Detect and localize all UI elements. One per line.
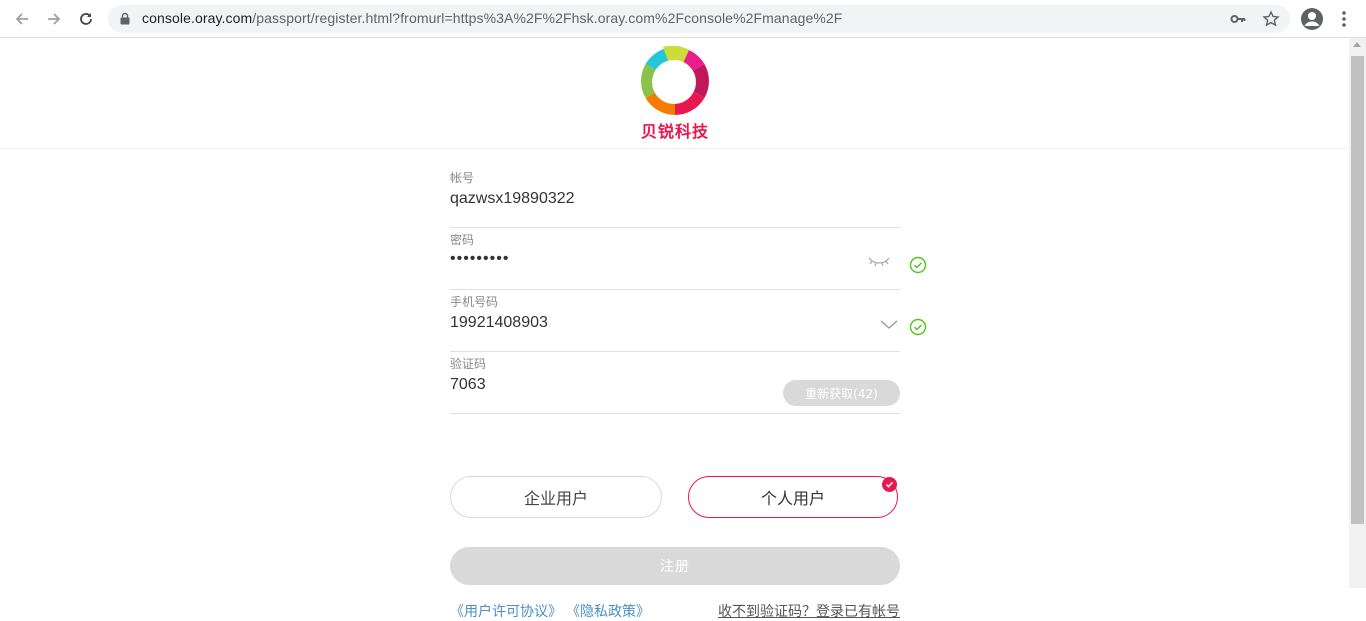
key-icon[interactable] (1230, 11, 1246, 27)
check-circle-icon (909, 256, 927, 274)
no-code-login-link[interactable]: 收不到验证码？登录已有帐号 (718, 601, 900, 621)
resend-code-button[interactable]: 重新获取(42) (783, 380, 900, 406)
account-field[interactable]: 帐号 qazwsx19890322 (450, 166, 900, 228)
enterprise-user-label: 企业用户 (523, 489, 588, 508)
page: 贝锐科技 帐号 qazwsx19890322 密码 ••••••••• 手机号码… (0, 38, 1349, 620)
phone-input[interactable]: 19921408903 (450, 314, 548, 332)
reload-icon (80, 13, 92, 25)
star-icon[interactable] (1262, 10, 1280, 28)
page-scrollbar[interactable] (1349, 38, 1366, 588)
scrollbar-thumb[interactable] (1351, 56, 1364, 524)
url-text: console.oray.com/passport/register.html?… (142, 10, 842, 26)
selected-check-icon (882, 477, 897, 492)
chevron-down-icon[interactable] (880, 320, 898, 330)
phone-label: 手机号码 (450, 295, 499, 309)
brand-name: 贝锐科技 (640, 122, 709, 141)
scroll-up-arrow-icon[interactable] (1353, 42, 1361, 47)
account-input[interactable]: qazwsx19890322 (450, 190, 575, 208)
password-input[interactable]: ••••••••• (450, 250, 509, 268)
profile-avatar-icon[interactable] (1300, 7, 1324, 31)
privacy-policy-link[interactable]: 《隐私政策》 (566, 601, 650, 621)
enterprise-user-button[interactable]: 企业用户 (450, 476, 662, 518)
more-menu-icon[interactable] (1336, 9, 1352, 29)
code-label: 验证码 (450, 357, 487, 371)
page-header: 贝锐科技 (0, 38, 1349, 149)
phone-field[interactable]: 手机号码 19921408903 (450, 290, 927, 352)
password-label: 密码 (450, 233, 475, 247)
arrow-right-icon (48, 13, 61, 25)
code-input[interactable]: 7063 (450, 376, 486, 394)
address-bar[interactable]: console.oray.com/passport/register.html?… (108, 5, 1290, 33)
url-path: /passport/register.html?fromurl=https%3A… (252, 10, 843, 26)
personal-user-label: 个人用户 (760, 489, 825, 508)
browser-toolbar: console.oray.com/passport/register.html?… (0, 0, 1366, 38)
brand-logo-icon (641, 46, 709, 115)
code-field[interactable]: 验证码 7063 重新获取(42) (450, 352, 900, 414)
account-label: 帐号 (450, 171, 475, 185)
personal-user-button[interactable]: 个人用户 (688, 476, 898, 518)
eye-closed-icon[interactable] (868, 256, 890, 266)
footer-links: 《用户许可协议》 《隐私政策》 收不到验证码？登录已有帐号 (450, 601, 900, 621)
reload-button[interactable] (74, 7, 98, 31)
register-form: 帐号 qazwsx19890322 密码 ••••••••• 手机号码 1992… (450, 166, 927, 620)
url-host: console.oray.com (142, 10, 253, 26)
forward-button[interactable] (42, 7, 66, 31)
password-field[interactable]: 密码 ••••••••• (450, 228, 927, 290)
back-button[interactable] (10, 7, 34, 31)
lock-icon (120, 12, 130, 25)
check-circle-icon (909, 318, 927, 336)
license-agreement-link[interactable]: 《用户许可协议》 (450, 601, 562, 621)
arrow-left-icon (15, 13, 28, 25)
register-button[interactable]: 注册 (450, 547, 900, 585)
